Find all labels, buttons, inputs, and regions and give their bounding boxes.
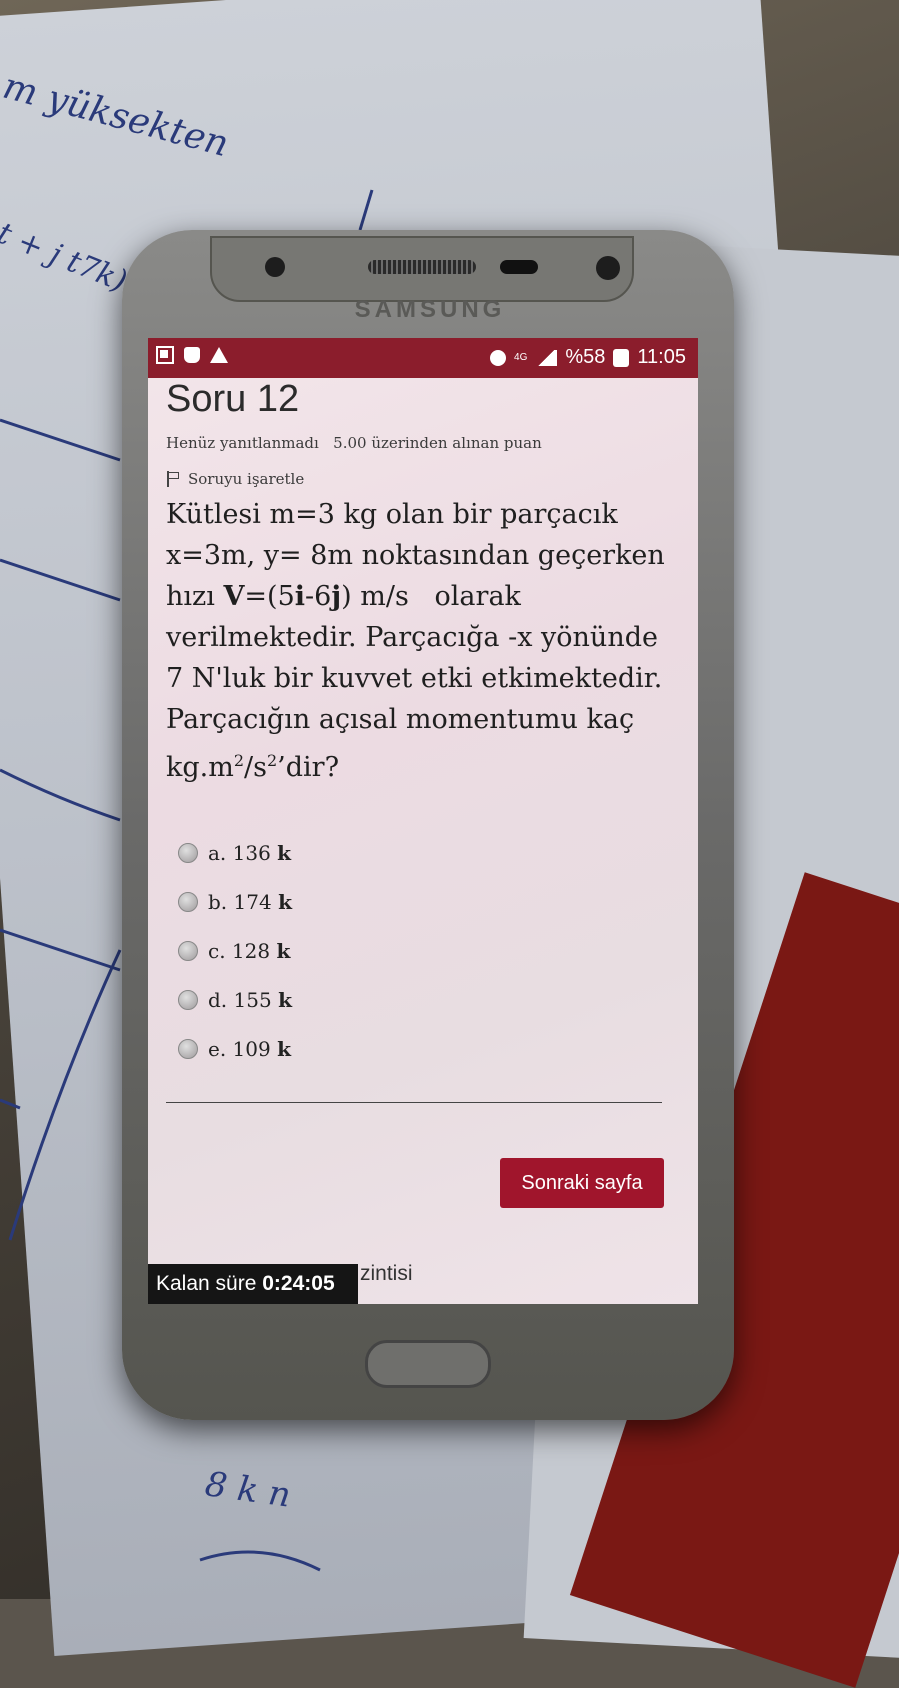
home-button[interactable] [365,1340,491,1388]
warning-icon [210,347,228,363]
bag-icon [184,347,200,363]
question-line: 7 N'luk bir kuvvet etki etkimektedir. [166,663,663,694]
next-page-button[interactable]: Sonraki sayfa [500,1158,664,1208]
front-camera [596,256,620,280]
network-type: 4G [514,352,528,363]
question-text: Kütlesi m=3 kg olan bir parçacık x=3m, y… [166,494,686,788]
radio-button[interactable] [178,891,198,912]
battery-percent: %58 [565,346,606,368]
signal-icon [535,349,558,366]
flag-icon [166,471,180,487]
radio-button[interactable] [178,940,198,961]
answer-options: a. 136 k b. 174 k c. 128 k d. 155 k e. 1… [178,828,292,1073]
sensor-icon [500,260,538,274]
radio-button[interactable] [178,842,198,863]
flag-question-link[interactable]: Soruyu işaretle [166,470,304,488]
option-a[interactable]: a. 136 k [178,828,292,877]
alarm-icon [490,349,507,366]
option-b[interactable]: b. 174 k [178,877,292,926]
battery-icon [613,348,630,367]
option-c[interactable]: c. 128 k [178,926,292,975]
question-line: x=3m, y= 8m noktasından geçerken [166,540,665,571]
status-bar: 4G %58 11:05 [148,338,698,378]
answer-status: Henüz yanıtlanmadı [166,434,319,452]
radio-button[interactable] [178,989,198,1010]
question-line: Parçacığın açısal momentumu kaç [166,704,635,735]
question-meta: Henüz yanıtlanmadı 5.00 üzerinden alınan… [166,434,542,452]
time-remaining: Kalan süre 0:24:05 [148,1264,358,1304]
proximity-sensor [265,257,285,277]
clock: 11:05 [637,346,686,368]
question-line: verilmektedir. Parçacığa -x yönünde [166,622,658,653]
earpiece-speaker [368,260,476,274]
option-e[interactable]: e. 109 k [178,1024,292,1073]
option-d[interactable]: d. 155 k [178,975,292,1024]
question-line: hızı V=(5i-6j) m/s olarak [166,581,521,612]
navigation-partial-text[interactable]: zintisi [360,1262,413,1286]
question-title: Soru 12 [166,378,300,420]
notification-icon [156,346,174,364]
divider [166,1102,662,1103]
flag-label: Soruyu işaretle [188,470,305,488]
question-line: Kütlesi m=3 kg olan bir parçacık [166,499,618,530]
phone-screen: 4G %58 11:05 Soru 12 Henüz yanıtlanmadı … [148,338,698,1304]
phone-brand: SAMSUNG [354,296,506,323]
points-info: 5.00 üzerinden alınan puan [333,434,542,452]
timer-value: 0:24:05 [262,1272,335,1295]
radio-button[interactable] [178,1038,198,1059]
question-line: kg.m2/s2’dir? [166,751,340,783]
